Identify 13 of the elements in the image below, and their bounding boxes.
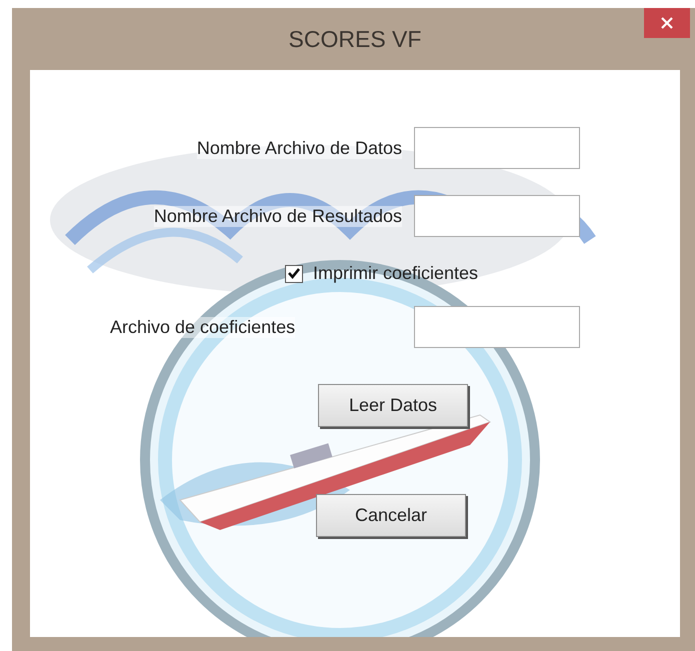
window-title: SCORES VF — [288, 26, 422, 52]
checkbox-label: Imprimir coeficientes — [313, 263, 478, 284]
check-icon — [288, 268, 300, 279]
input-field[interactable] — [414, 306, 580, 348]
close-icon — [660, 16, 674, 30]
input-field[interactable] — [414, 195, 580, 237]
checkbox[interactable] — [285, 264, 303, 282]
read-data-button[interactable]: Leer Datos — [318, 384, 468, 427]
cancel-button[interactable]: Cancelar — [316, 494, 466, 537]
input-field[interactable] — [414, 127, 580, 169]
field-label: Archivo de coeficientes — [110, 316, 296, 338]
field-label: Nombre Archivo de Resultados — [154, 206, 402, 226]
close-button[interactable] — [644, 8, 690, 38]
